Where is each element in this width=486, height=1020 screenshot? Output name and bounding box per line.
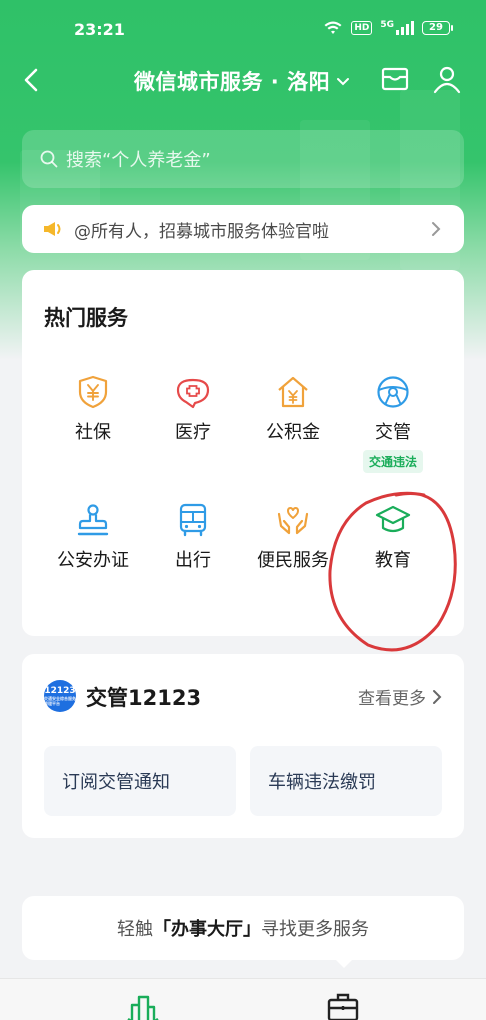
status-icons: HD 5G 29	[323, 20, 453, 36]
traffic-violation-badge[interactable]: 交通违法	[362, 450, 423, 473]
traffic-card-title: 交管12123	[86, 686, 202, 710]
hall-suffix: 寻找更多服务	[261, 919, 369, 940]
notice-banner[interactable]: @所有人，招募城市服务体验官啦	[22, 205, 464, 253]
city-selector[interactable]: 微信城市服务 · 洛阳	[134, 66, 350, 96]
briefcase-icon[interactable]	[326, 991, 360, 1020]
logo-subtext: 交通安全综合服务管理平台	[44, 695, 76, 706]
view-more-label: 查看更多	[358, 689, 426, 709]
helping-hands-icon	[277, 507, 309, 535]
tooltip-pointer	[334, 958, 354, 968]
service-label: 社保	[75, 422, 111, 443]
status-bar: 23:21 HD 5G 29	[0, 0, 486, 60]
hd-badge: HD	[351, 21, 373, 35]
service-police-certificate[interactable]: 公安办证	[38, 502, 148, 572]
red-circle-annotation	[328, 491, 457, 652]
service-medical[interactable]: 医疗	[138, 374, 248, 444]
service-housing-fund[interactable]: 公积金	[238, 374, 348, 444]
search-placeholder: 搜索“个人养老金”	[66, 150, 211, 171]
user-profile-icon[interactable]	[432, 64, 462, 94]
battery-icon: 29	[422, 21, 453, 35]
service-label: 交管	[375, 422, 411, 443]
chevron-right-icon	[433, 689, 442, 704]
service-label: 出行	[175, 550, 211, 571]
chevron-down-icon	[337, 78, 350, 86]
navigation-bar: 微信城市服务 · 洛阳	[0, 60, 486, 104]
hall-highlight: 「办事大厅」	[153, 919, 261, 940]
city-buildings-icon[interactable]	[126, 991, 160, 1020]
service-label: 公积金	[266, 422, 320, 443]
bus-icon	[179, 503, 207, 537]
chevron-right-icon	[432, 222, 441, 236]
bottom-tab-bar	[0, 978, 486, 1020]
house-yen-icon	[278, 376, 308, 408]
steering-wheel-icon	[377, 376, 409, 408]
back-arrow-icon[interactable]	[18, 64, 46, 96]
service-hall-banner[interactable]: 轻触 「办事大厅」 寻找更多服务	[22, 896, 464, 960]
card-holder-icon[interactable]	[380, 64, 410, 94]
logo-text: 12123	[44, 685, 76, 696]
service-traffic[interactable]: 交管 交通违法	[338, 374, 448, 473]
megaphone-icon	[44, 222, 61, 236]
hall-prefix: 轻触	[117, 919, 153, 940]
search-input[interactable]: 搜索“个人养老金”	[22, 130, 464, 188]
traffic-12123-card: 12123 交通安全综合服务管理平台 交管12123 查看更多 订阅交管通知 车…	[22, 654, 464, 838]
stamp-icon	[77, 504, 109, 536]
service-social-security[interactable]: 社保	[38, 374, 148, 444]
wifi-icon	[324, 21, 342, 34]
signal-icon	[396, 21, 414, 35]
shield-yen-icon	[78, 375, 108, 409]
service-transport[interactable]: 出行	[138, 502, 248, 572]
traffic-12123-logo: 12123 交通安全综合服务管理平台	[44, 680, 76, 712]
hot-services-title: 热门服务	[44, 306, 128, 330]
page-title: 微信城市服务 · 洛阳	[134, 70, 331, 94]
view-more-link[interactable]: 查看更多	[358, 684, 442, 709]
service-label: 公安办证	[57, 550, 129, 571]
service-label: 医疗	[175, 422, 211, 443]
notice-text: @所有人，招募城市服务体验官啦	[74, 221, 329, 242]
subscribe-notice-button[interactable]: 订阅交管通知	[44, 746, 236, 816]
vehicle-fine-button[interactable]: 车辆违法缴罚	[250, 746, 442, 816]
network-label: 5G	[380, 20, 394, 30]
status-time: 23:21	[74, 20, 125, 39]
medical-cross-icon	[176, 378, 210, 409]
search-icon	[40, 150, 58, 168]
